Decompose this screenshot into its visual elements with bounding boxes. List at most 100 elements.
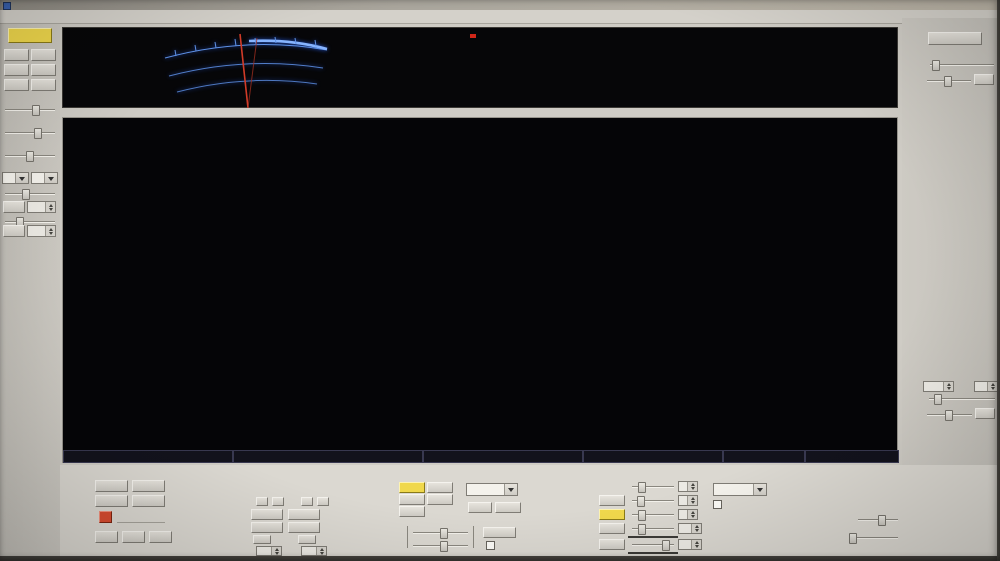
spinner-arrows-icon[interactable] <box>987 382 997 391</box>
swap-checkbox[interactable] <box>486 541 498 550</box>
bottom-panel <box>60 465 997 556</box>
zoom-slider[interactable] <box>850 533 898 542</box>
subrx-slider-2[interactable] <box>413 541 468 550</box>
bin-button[interactable] <box>399 506 425 517</box>
cpdr-button[interactable] <box>599 509 625 520</box>
filter-low-spin[interactable] <box>923 381 954 392</box>
display-mode-dropdown[interactable] <box>466 483 518 496</box>
chevron-down-icon[interactable] <box>504 484 517 495</box>
memory-slot-button[interactable] <box>99 511 112 523</box>
mic-gain-slider[interactable] <box>632 482 674 491</box>
af-slider[interactable] <box>5 105 55 114</box>
agc-slider[interactable] <box>5 189 55 198</box>
step-a-minus-button[interactable] <box>256 497 268 506</box>
subrx-button[interactable] <box>483 527 516 538</box>
spinner-arrows-icon[interactable] <box>45 226 55 236</box>
memory-zap-button[interactable] <box>132 480 165 492</box>
notch-res-button[interactable] <box>974 74 994 85</box>
xit-button[interactable] <box>253 535 271 544</box>
checkbox-icon[interactable] <box>713 500 722 509</box>
spinner-arrows-icon[interactable] <box>45 202 55 212</box>
filter-shift-slider[interactable] <box>927 410 972 419</box>
title-bar[interactable] <box>0 0 1000 10</box>
chevron-down-icon[interactable] <box>15 173 28 183</box>
avg-button[interactable] <box>468 502 492 513</box>
spinner-arrows-icon[interactable] <box>943 382 953 391</box>
tun-button[interactable] <box>31 49 56 61</box>
spinner-arrows-icon[interactable] <box>687 510 697 519</box>
comp-value <box>679 496 687 505</box>
mox-button[interactable] <box>4 64 29 76</box>
rf-slider[interactable] <box>5 128 55 137</box>
vox-spin[interactable] <box>678 523 702 534</box>
nb2-button[interactable] <box>427 494 453 505</box>
spinner-arrows-icon[interactable] <box>316 547 326 555</box>
agc-dropdown-1[interactable] <box>2 172 29 184</box>
spinner-arrows-icon[interactable] <box>687 482 697 491</box>
chevron-down-icon[interactable] <box>44 173 57 183</box>
notch-width-slider[interactable] <box>930 60 994 69</box>
chevron-down-icon[interactable] <box>753 484 766 495</box>
split-button[interactable] <box>251 509 283 520</box>
vfo-lock-button[interactable] <box>95 495 128 507</box>
sql-button-1[interactable] <box>3 201 25 213</box>
rec-button[interactable] <box>31 79 56 91</box>
filter-res-button[interactable] <box>975 408 995 419</box>
sql-spin-1[interactable] <box>27 201 56 213</box>
spinner-arrows-icon[interactable] <box>271 547 281 555</box>
a-swap-b-button[interactable] <box>288 522 320 533</box>
nb-button[interactable] <box>399 494 425 505</box>
notch-shift-slider[interactable] <box>927 76 971 85</box>
step-b-minus-button[interactable] <box>301 497 313 506</box>
transmit-profile-dropdown[interactable] <box>713 483 767 496</box>
gate-button[interactable] <box>599 539 625 550</box>
memory-ms-button[interactable] <box>122 531 145 543</box>
a-lt-b-button[interactable] <box>251 522 283 533</box>
filter-high-spin[interactable] <box>974 381 998 392</box>
rit-button[interactable] <box>298 535 316 544</box>
vox-slider[interactable] <box>632 524 674 533</box>
nr-button[interactable] <box>399 482 425 493</box>
comp-slider[interactable] <box>632 496 674 505</box>
filter-width-slider[interactable] <box>929 394 995 403</box>
comp-button[interactable] <box>599 495 625 506</box>
mon-button[interactable] <box>4 49 29 61</box>
panafall-canvas[interactable] <box>63 118 899 450</box>
mut-button[interactable] <box>31 64 56 76</box>
vox-button[interactable] <box>599 523 625 534</box>
gate-slider[interactable] <box>632 540 674 549</box>
comp-spin[interactable] <box>678 495 698 506</box>
memory-mc-button[interactable] <box>149 531 172 543</box>
checkbox-icon[interactable] <box>486 541 495 550</box>
play-button[interactable] <box>4 79 29 91</box>
step-b-plus-button[interactable] <box>317 497 329 506</box>
spinner-arrows-icon[interactable] <box>687 496 697 505</box>
rit-spin[interactable] <box>301 546 327 556</box>
menu-bar <box>0 10 1000 24</box>
spinner-arrows-icon[interactable] <box>691 540 701 549</box>
cpdr-slider[interactable] <box>632 510 674 519</box>
peak-button[interactable] <box>495 502 521 513</box>
subrx-scale-mark <box>473 526 474 548</box>
step-a-plus-button[interactable] <box>272 497 284 506</box>
memory-vfoa-button[interactable] <box>95 480 128 492</box>
mic-gain-spin[interactable] <box>678 481 698 492</box>
anf-button[interactable] <box>427 482 453 493</box>
show-tx-filter-checkbox[interactable] <box>713 500 725 509</box>
xit-spin[interactable] <box>256 546 282 556</box>
agc-dropdown-2[interactable] <box>31 172 58 184</box>
gate-spin[interactable] <box>678 539 702 550</box>
subrx-slider-1[interactable] <box>413 528 468 537</box>
vfo-snc-button[interactable] <box>132 495 165 507</box>
bezel-bottom <box>0 556 1000 561</box>
power-on-button[interactable] <box>8 28 52 43</box>
sql-spin-2[interactable] <box>27 225 56 237</box>
pwr-slider[interactable] <box>5 151 55 160</box>
pan-slider[interactable] <box>858 515 898 524</box>
sql-button-2[interactable] <box>3 225 25 237</box>
spinner-arrows-icon[interactable] <box>691 524 701 533</box>
cpdr-spin[interactable] <box>678 509 698 520</box>
manual-notch-button[interactable] <box>928 32 982 45</box>
a-gt-b-button[interactable] <box>288 509 320 520</box>
memory-mr-button[interactable] <box>95 531 118 543</box>
